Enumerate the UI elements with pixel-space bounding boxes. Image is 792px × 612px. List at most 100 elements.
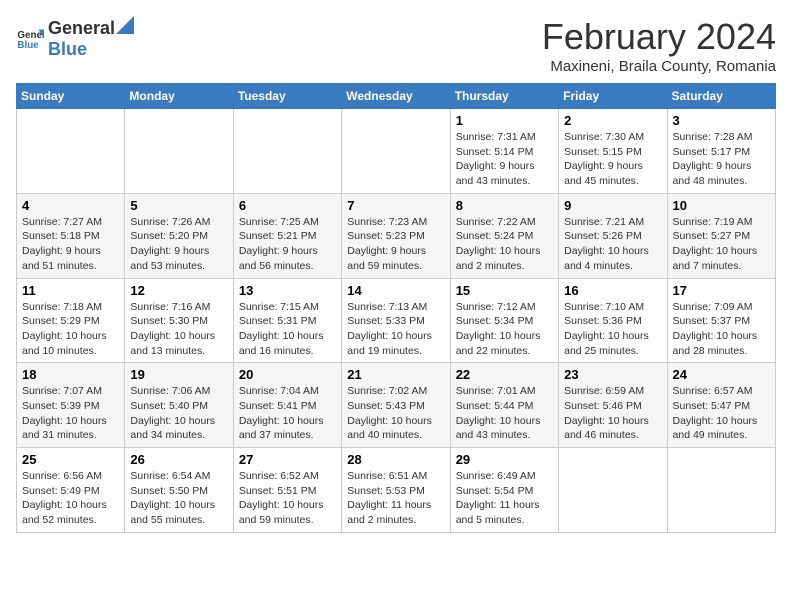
cell-content: Sunrise: 7:13 AM Sunset: 5:33 PM Dayligh… — [347, 300, 444, 359]
cell-content: Sunrise: 7:26 AM Sunset: 5:20 PM Dayligh… — [130, 215, 227, 274]
calendar-cell: 25 Sunrise: 6:56 AM Sunset: 5:49 PM Dayli… — [17, 448, 125, 533]
day-number: 23 — [564, 367, 661, 382]
column-header-tuesday: Tuesday — [233, 84, 341, 109]
calendar-cell: 10Sunrise: 7:19 AM Sunset: 5:27 PM Dayli… — [667, 193, 775, 278]
cell-content: Sunrise: 7:09 AM Sunset: 5:37 PM Dayligh… — [673, 300, 770, 359]
title-area: February 2024 Maxineni, Braila County, R… — [542, 16, 776, 75]
cell-content: Sunrise: 6:56 AM Sunset: 5:49 PM Dayligh… — [22, 469, 119, 528]
cell-content: Sunrise: 7:15 AM Sunset: 5:31 PM Dayligh… — [239, 300, 336, 359]
day-number: 8 — [456, 198, 553, 213]
cell-content: Sunrise: 6:49 AM Sunset: 5:54 PM Dayligh… — [456, 469, 553, 528]
day-number: 20 — [239, 367, 336, 382]
column-header-monday: Monday — [125, 84, 233, 109]
day-number: 16 — [564, 283, 661, 298]
calendar-cell: 18 Sunrise: 7:07 AM Sunset: 5:39 PM Dayli… — [17, 363, 125, 448]
day-number: 22 — [456, 367, 553, 382]
cell-content: Sunrise: 7:27 AM Sunset: 5:18 PM Dayligh… — [22, 215, 119, 274]
cell-content: Sunrise: 6:51 AM Sunset: 5:53 PM Dayligh… — [347, 469, 444, 528]
day-number: 17 — [673, 283, 770, 298]
cell-content: Sunrise: 7:23 AM Sunset: 5:23 PM Dayligh… — [347, 215, 444, 274]
header: General Blue General Blue February 2024 … — [16, 16, 776, 75]
logo-icon: General Blue — [16, 24, 44, 52]
calendar-table: SundayMondayTuesdayWednesdayThursdayFrid… — [16, 83, 776, 533]
day-number: 14 — [347, 283, 444, 298]
day-number: 10 — [673, 198, 770, 213]
day-number: 2 — [564, 113, 661, 128]
cell-content: Sunrise: 7:07 AM Sunset: 5:39 PM Dayligh… — [22, 384, 119, 443]
calendar-cell: 1Sunrise: 7:31 AM Sunset: 5:14 PM Daylig… — [450, 109, 558, 194]
calendar-cell: 15 Sunrise: 7:12 AM Sunset: 5:34 PM Dayli… — [450, 278, 558, 363]
calendar-cell: 29 Sunrise: 6:49 AM Sunset: 5:54 PM Dayli… — [450, 448, 558, 533]
calendar-cell: 12 Sunrise: 7:16 AM Sunset: 5:30 PM Dayli… — [125, 278, 233, 363]
header-row: SundayMondayTuesdayWednesdayThursdayFrid… — [17, 84, 776, 109]
cell-content: Sunrise: 6:59 AM Sunset: 5:46 PM Dayligh… — [564, 384, 661, 443]
day-number: 4 — [22, 198, 119, 213]
calendar-cell: 16 Sunrise: 7:10 AM Sunset: 5:36 PM Dayli… — [559, 278, 667, 363]
day-number: 21 — [347, 367, 444, 382]
week-row-2: 4 Sunrise: 7:27 AM Sunset: 5:18 PM Daylig… — [17, 193, 776, 278]
calendar-cell — [233, 109, 341, 194]
day-number: 28 — [347, 452, 444, 467]
svg-text:Blue: Blue — [17, 40, 39, 51]
day-number: 6 — [239, 198, 336, 213]
week-row-3: 11 Sunrise: 7:18 AM Sunset: 5:29 PM Dayli… — [17, 278, 776, 363]
cell-content: Sunrise: 6:57 AM Sunset: 5:47 PM Dayligh… — [673, 384, 770, 443]
cell-content: Sunrise: 7:06 AM Sunset: 5:40 PM Dayligh… — [130, 384, 227, 443]
cell-content: Sunrise: 7:12 AM Sunset: 5:34 PM Dayligh… — [456, 300, 553, 359]
calendar-cell: 28 Sunrise: 6:51 AM Sunset: 5:53 PM Dayli… — [342, 448, 450, 533]
calendar-cell: 11 Sunrise: 7:18 AM Sunset: 5:29 PM Dayli… — [17, 278, 125, 363]
day-number: 18 — [22, 367, 119, 382]
calendar-cell — [559, 448, 667, 533]
cell-content: Sunrise: 7:28 AM Sunset: 5:17 PM Dayligh… — [673, 130, 770, 189]
cell-content: Sunrise: 6:54 AM Sunset: 5:50 PM Dayligh… — [130, 469, 227, 528]
calendar-cell: 5 Sunrise: 7:26 AM Sunset: 5:20 PM Daylig… — [125, 193, 233, 278]
day-number: 27 — [239, 452, 336, 467]
calendar-cell: 17 Sunrise: 7:09 AM Sunset: 5:37 PM Dayli… — [667, 278, 775, 363]
day-number: 9 — [564, 198, 661, 213]
column-header-sunday: Sunday — [17, 84, 125, 109]
calendar-cell: 20 Sunrise: 7:04 AM Sunset: 5:41 PM Dayli… — [233, 363, 341, 448]
calendar-cell: 21 Sunrise: 7:02 AM Sunset: 5:43 PM Dayli… — [342, 363, 450, 448]
day-number: 13 — [239, 283, 336, 298]
cell-content: Sunrise: 7:04 AM Sunset: 5:41 PM Dayligh… — [239, 384, 336, 443]
cell-content: Sunrise: 7:10 AM Sunset: 5:36 PM Dayligh… — [564, 300, 661, 359]
calendar-cell: 6 Sunrise: 7:25 AM Sunset: 5:21 PM Daylig… — [233, 193, 341, 278]
cell-content: Sunrise: 7:18 AM Sunset: 5:29 PM Dayligh… — [22, 300, 119, 359]
cell-content: Sunrise: 7:25 AM Sunset: 5:21 PM Dayligh… — [239, 215, 336, 274]
cell-content: Sunrise: 7:30 AM Sunset: 5:15 PM Dayligh… — [564, 130, 661, 189]
calendar-cell: 14 Sunrise: 7:13 AM Sunset: 5:33 PM Dayli… — [342, 278, 450, 363]
day-number: 7 — [347, 198, 444, 213]
day-number: 5 — [130, 198, 227, 213]
day-number: 24 — [673, 367, 770, 382]
day-number: 12 — [130, 283, 227, 298]
day-number: 29 — [456, 452, 553, 467]
calendar-cell: 13 Sunrise: 7:15 AM Sunset: 5:31 PM Dayli… — [233, 278, 341, 363]
column-header-thursday: Thursday — [450, 84, 558, 109]
calendar-cell — [125, 109, 233, 194]
day-number: 19 — [130, 367, 227, 382]
cell-content: Sunrise: 7:31 AM Sunset: 5:14 PM Dayligh… — [456, 130, 553, 189]
calendar-cell — [17, 109, 125, 194]
day-number: 15 — [456, 283, 553, 298]
logo-general: General — [48, 18, 115, 39]
calendar-cell: 23 Sunrise: 6:59 AM Sunset: 5:46 PM Dayli… — [559, 363, 667, 448]
calendar-cell: 19 Sunrise: 7:06 AM Sunset: 5:40 PM Dayli… — [125, 363, 233, 448]
logo-triangle-icon — [116, 16, 134, 34]
calendar-cell: 3Sunrise: 7:28 AM Sunset: 5:17 PM Daylig… — [667, 109, 775, 194]
day-number: 25 — [22, 452, 119, 467]
cell-content: Sunrise: 7:02 AM Sunset: 5:43 PM Dayligh… — [347, 384, 444, 443]
column-header-saturday: Saturday — [667, 84, 775, 109]
calendar-cell: 9Sunrise: 7:21 AM Sunset: 5:26 PM Daylig… — [559, 193, 667, 278]
logo: General Blue General Blue — [16, 16, 134, 60]
calendar-cell: 24 Sunrise: 6:57 AM Sunset: 5:47 PM Dayli… — [667, 363, 775, 448]
cell-content: Sunrise: 7:16 AM Sunset: 5:30 PM Dayligh… — [130, 300, 227, 359]
calendar-cell — [342, 109, 450, 194]
month-title: February 2024 — [542, 16, 776, 58]
calendar-cell — [667, 448, 775, 533]
column-header-wednesday: Wednesday — [342, 84, 450, 109]
cell-content: Sunrise: 7:22 AM Sunset: 5:24 PM Dayligh… — [456, 215, 553, 274]
calendar-cell: 7 Sunrise: 7:23 AM Sunset: 5:23 PM Daylig… — [342, 193, 450, 278]
calendar-cell: 27Sunrise: 6:52 AM Sunset: 5:51 PM Dayli… — [233, 448, 341, 533]
calendar-cell: 4 Sunrise: 7:27 AM Sunset: 5:18 PM Daylig… — [17, 193, 125, 278]
day-number: 11 — [22, 283, 119, 298]
